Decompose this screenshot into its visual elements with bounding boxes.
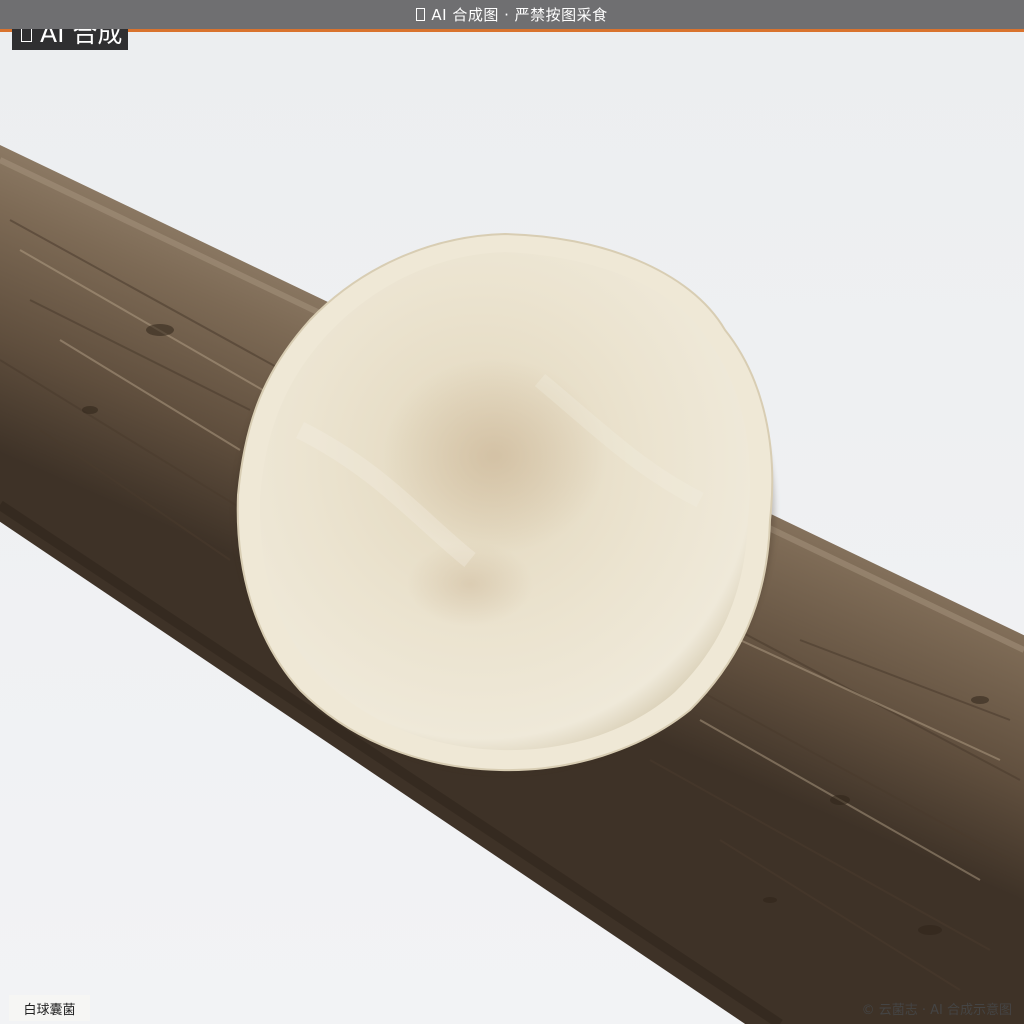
- photo-scene: [0, 0, 1024, 1024]
- ai-warning-banner: AI 合成图 · 严禁按图采食: [0, 0, 1024, 32]
- mushroom-cup: [236, 232, 774, 772]
- banner-text: AI 合成图 · 严禁按图采食: [431, 6, 608, 24]
- copyright-notice: © 云菌志 · AI 合成示意图: [861, 1003, 1012, 1018]
- species-name-label: 白球囊菌: [9, 995, 90, 1021]
- species-name: 白球囊菌: [23, 1002, 76, 1018]
- ai-generated-badge: AI 合成: [12, 29, 128, 50]
- badge-text: AI 合成: [40, 29, 123, 48]
- image-icon: [416, 8, 426, 21]
- image-icon: [21, 29, 32, 42]
